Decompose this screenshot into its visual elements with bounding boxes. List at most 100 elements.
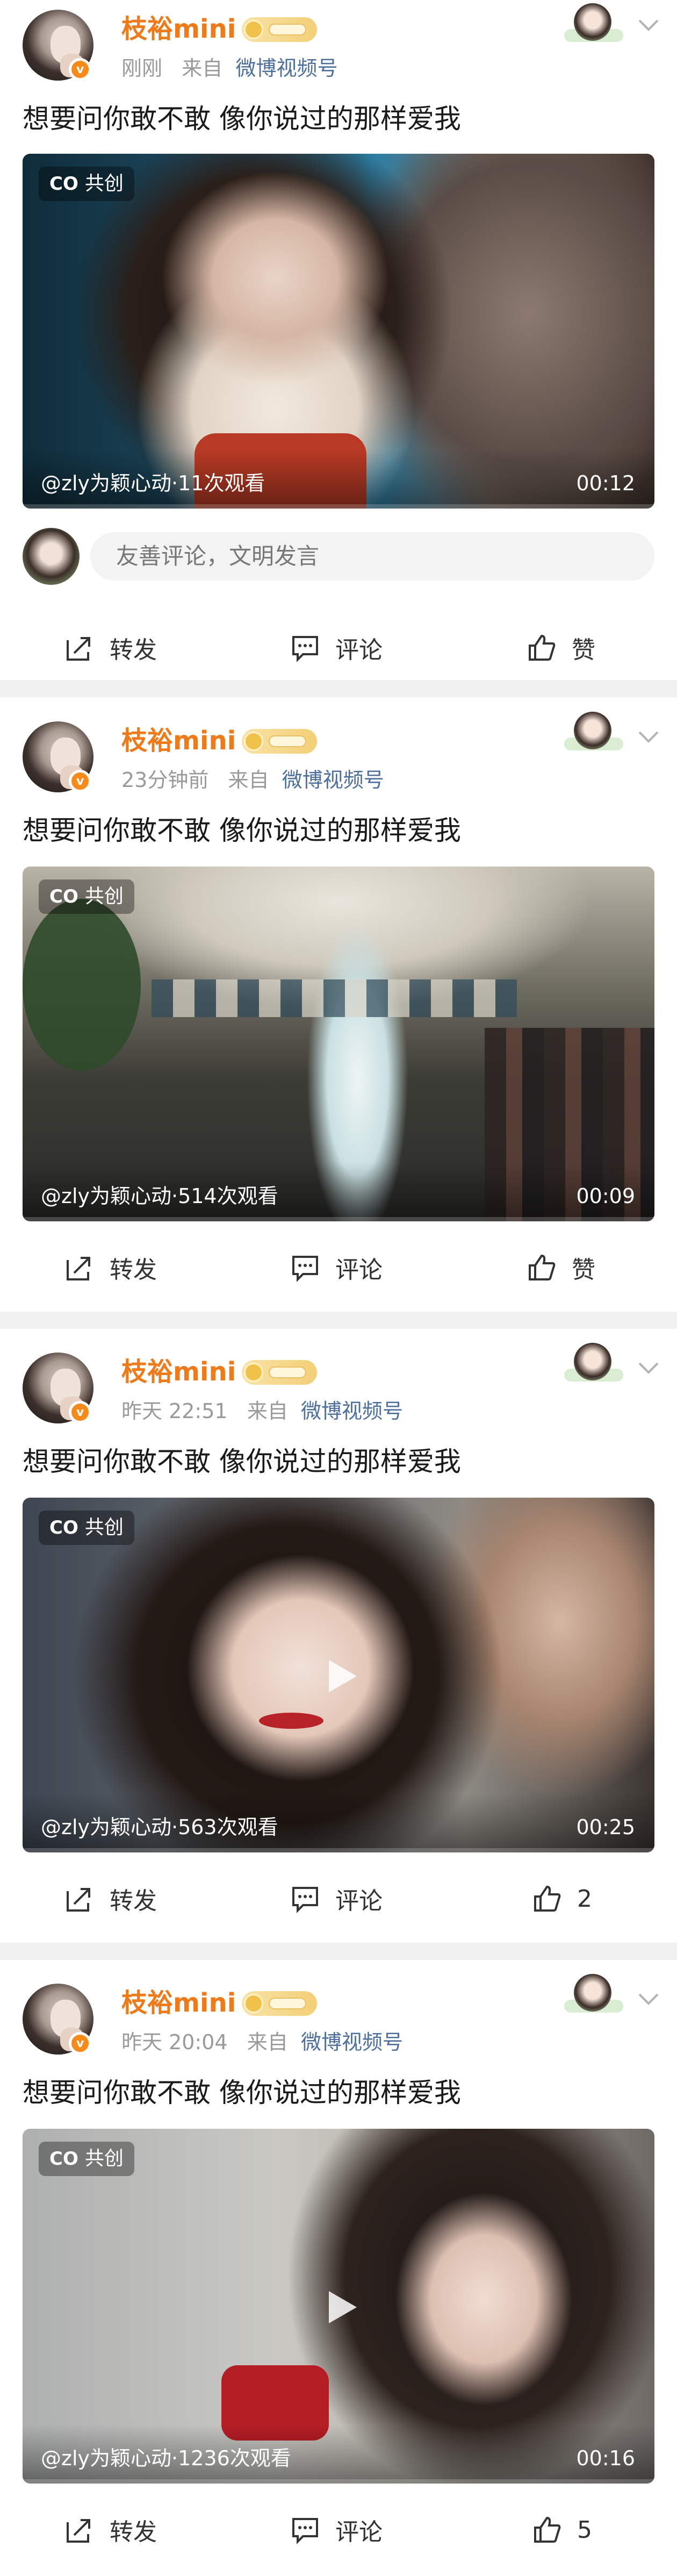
crown-rank-icon [242,729,317,754]
comment-button[interactable]: 评论 [290,621,383,675]
cocreate-icon: CO [49,173,78,195]
video-progress-bar [23,504,654,509]
thumbs-up-icon [529,634,556,661]
comment-button[interactable]: 评论 [290,1872,383,1926]
video-info: @zly为颖心动·563次观看 [41,1815,278,1839]
action-bar: 转发 评论 赞 [0,621,677,675]
video-duration: 00:09 [576,1184,635,1208]
author-username[interactable]: 枝裕mini [121,726,236,756]
weibo-post: v 枝裕mini 23分钟前 来自 微博视频号 想要问你敢不敢 像你说过的那样爱… [0,698,677,1311]
video-progress-bar [23,1848,654,1852]
repost-button[interactable]: 转发 [64,1872,157,1926]
chevron-down-icon[interactable] [635,12,662,39]
comment-label: 评论 [335,2518,383,2546]
decoration-sticker-icon [564,1971,629,2020]
comment-button[interactable]: 评论 [290,2503,383,2557]
post-text: 想要问你敢不敢 像你说过的那样爱我 [23,103,461,134]
share-arrow-icon [67,1888,90,1912]
decoration-sticker-icon [564,0,629,49]
video-player[interactable]: CO 共创 @zly为颖心动·1236次观看 00:16 [23,2129,654,2484]
like-button[interactable]: 赞 [527,1241,595,1294]
share-arrow-icon [67,637,90,661]
thumbs-up-icon [529,1254,556,1280]
like-label: 赞 [572,636,595,664]
video-player[interactable]: CO 共创 @zly为颖心动·11次观看 00:12 [23,154,654,509]
cocreate-icon: CO [49,886,78,907]
post-time: 昨天 20:04 [121,2030,228,2054]
play-icon[interactable] [321,2288,360,2327]
author-username[interactable]: 枝裕mini [121,1988,236,2018]
comment-row: 友善评论，文明发言 [0,521,677,591]
crown-rank-icon [242,1991,317,2016]
post-meta: 昨天 22:51 来自 微博视频号 [121,1399,403,1423]
post-separator [0,680,677,697]
source-link[interactable]: 微博视频号 [235,56,337,80]
cocreate-badge: CO 共创 [39,1511,134,1545]
weibo-post: v 枝裕mini 刚刚 来自 微博视频号 想要问你敢不敢 像你说过的那样爱我 C… [0,0,677,683]
source-link[interactable]: 微博视频号 [301,1399,403,1423]
like-button[interactable]: 赞 [527,621,595,675]
post-time: 昨天 22:51 [121,1399,228,1423]
comment-label: 评论 [335,636,383,664]
post-text: 想要问你敢不敢 像你说过的那样爱我 [23,815,461,846]
source-prefix: 来自 [247,2030,288,2054]
action-bar: 转发 评论 5 [0,2503,677,2557]
chevron-down-icon[interactable] [635,1986,662,2013]
video-progress-bar [23,1217,654,1221]
post-time: 23分钟前 [121,768,209,792]
comment-input[interactable]: 友善评论，文明发言 [90,532,654,581]
like-label: 赞 [572,1256,595,1284]
video-info: @zly为颖心动·11次观看 [41,471,265,495]
source-prefix: 来自 [182,56,223,80]
comment-bubble-icon [292,2518,318,2544]
like-count: 5 [577,2516,592,2544]
author-username[interactable]: 枝裕mini [121,1357,236,1387]
cocreate-icon: CO [49,2148,78,2170]
like-button[interactable]: 5 [532,2503,592,2557]
verified-badge-icon: v [69,1401,91,1423]
chevron-down-icon[interactable] [635,724,662,750]
source-link[interactable]: 微博视频号 [301,2030,403,2054]
post-text: 想要问你敢不敢 像你说过的那样爱我 [23,2077,461,2108]
comment-label: 评论 [335,1256,383,1284]
author-username[interactable]: 枝裕mini [121,14,236,44]
weibo-post: v 枝裕mini 昨天 20:04 来自 微博视频号 想要问你敢不敢 像你说过的… [0,1960,677,2576]
cocreate-badge: CO 共创 [39,2142,134,2176]
like-button[interactable]: 2 [532,1872,592,1926]
post-meta: 昨天 20:04 来自 微博视频号 [121,2030,403,2055]
decoration-sticker-icon [564,709,629,758]
post-time: 刚刚 [121,56,163,80]
crown-rank-icon [242,17,317,42]
video-info: @zly为颖心动·514次观看 [41,1184,278,1208]
weibo-post: v 枝裕mini 昨天 22:51 来自 微博视频号 想要问你敢不敢 像你说过的… [0,1329,677,1942]
repost-label: 转发 [110,1887,157,1915]
repost-button[interactable]: 转发 [64,1241,157,1294]
video-player[interactable]: CO 共创 @zly为颖心动·514次观看 00:09 [23,867,654,1221]
repost-label: 转发 [110,2518,157,2546]
post-meta: 刚刚 来自 微博视频号 [121,56,337,81]
cocreate-badge: CO 共创 [39,879,134,914]
share-arrow-icon [67,2519,90,2543]
like-count: 2 [577,1885,592,1913]
comment-button[interactable]: 评论 [290,1241,383,1294]
play-icon[interactable] [321,1657,360,1695]
repost-button[interactable]: 转发 [64,621,157,675]
share-arrow-icon [67,1257,90,1280]
user-avatar [23,528,80,585]
cocreate-badge: CO 共创 [39,167,134,201]
comment-bubble-icon [292,1887,318,1913]
video-duration: 00:25 [576,1815,635,1839]
video-player[interactable]: CO 共创 @zly为颖心动·563次观看 00:25 [23,1498,654,1852]
action-bar: 转发 评论 赞 [0,1241,677,1294]
video-duration: 00:12 [576,471,635,495]
thumbs-up-icon [534,1885,561,1912]
source-link[interactable]: 微博视频号 [282,768,384,792]
source-prefix: 来自 [247,1399,288,1423]
source-prefix: 来自 [228,768,269,792]
post-separator [0,1312,677,1329]
chevron-down-icon[interactable] [635,1355,662,1382]
crown-rank-icon [242,1360,317,1385]
repost-button[interactable]: 转发 [64,2503,157,2557]
thumbs-up-icon [534,2516,561,2543]
verified-badge-icon: v [69,2032,91,2055]
